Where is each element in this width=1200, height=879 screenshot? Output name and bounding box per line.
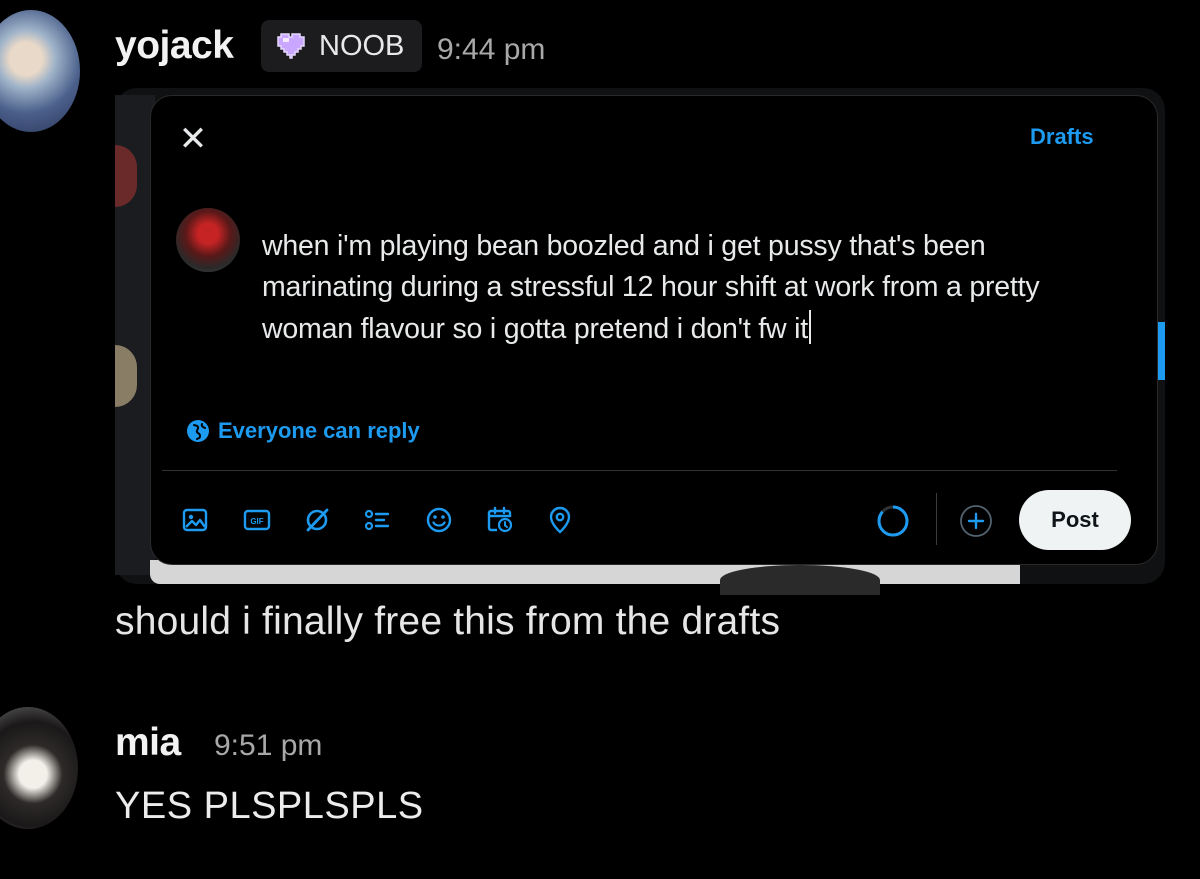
- reply-setting-label: Everyone can reply: [218, 418, 420, 443]
- toolbar-separator: [936, 493, 937, 545]
- add-post-icon[interactable]: [958, 503, 994, 539]
- reply-setting-button[interactable]: Everyone can reply: [186, 418, 420, 444]
- character-progress-ring: [877, 505, 909, 537]
- role-badge: NOOB: [261, 20, 422, 72]
- badge-label: NOOB: [319, 29, 405, 62]
- poll-icon[interactable]: [362, 505, 392, 535]
- username-yojack[interactable]: yojack: [115, 24, 234, 68]
- timestamp: 9:51 pm: [214, 729, 323, 762]
- post-button[interactable]: Post: [1019, 490, 1131, 550]
- emoji-icon[interactable]: [424, 505, 454, 535]
- compose-textarea[interactable]: when i'm playing bean boozled and i get …: [262, 226, 1122, 350]
- svg-text:GIF: GIF: [250, 517, 263, 526]
- globe-icon: [187, 420, 209, 442]
- text-caret: [808, 309, 811, 344]
- location-icon[interactable]: [545, 505, 575, 535]
- username-mia[interactable]: mia: [115, 721, 181, 765]
- message-text: should i finally free this from the draf…: [115, 600, 781, 643]
- compose-avatar: [176, 208, 240, 272]
- background-button-partial: [1158, 322, 1165, 380]
- divider: [162, 470, 1117, 471]
- grok-icon[interactable]: [302, 505, 332, 535]
- close-icon[interactable]: ✕: [176, 122, 210, 156]
- timestamp: 9:44 pm: [437, 33, 546, 66]
- avatar-mia[interactable]: [0, 707, 78, 829]
- schedule-icon[interactable]: [485, 505, 515, 535]
- message-text: YES PLSPLSPLS: [115, 785, 424, 827]
- screenshot-background-shape: [720, 565, 880, 595]
- gif-icon[interactable]: GIF: [242, 505, 272, 535]
- avatar-yojack[interactable]: [0, 10, 80, 132]
- image-icon[interactable]: [180, 505, 210, 535]
- drafts-link[interactable]: Drafts: [1030, 124, 1094, 150]
- compose-text: when i'm playing bean boozled and i get …: [262, 230, 1040, 345]
- pixel-heart-icon: [277, 33, 305, 59]
